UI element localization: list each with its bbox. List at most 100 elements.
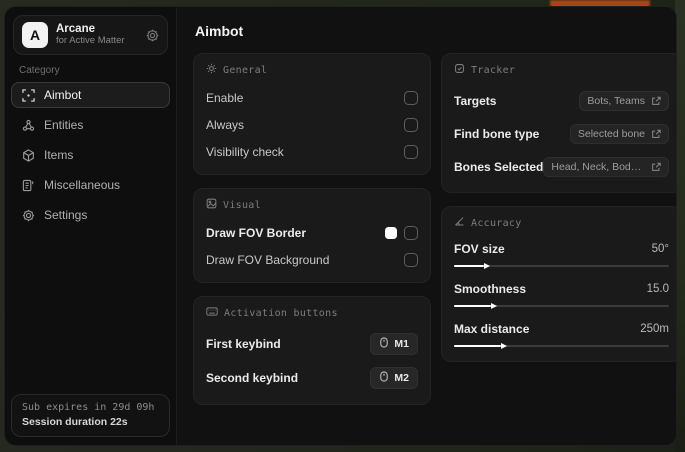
sidebar-item-settings[interactable]: Settings	[11, 202, 170, 228]
setting-row: Enable	[206, 86, 418, 109]
targets-select[interactable]: Bots, Teams	[579, 90, 669, 111]
sidebar-item-miscellaneous[interactable]: Miscellaneous	[11, 172, 170, 198]
general-card-header: General	[206, 63, 418, 77]
setting-row: Targets Bots, Teams	[454, 86, 669, 115]
sidebar-item-aimbot[interactable]: Aimbot	[11, 82, 170, 108]
sidebar-item-label: Aimbot	[44, 88, 82, 102]
bones-selected-select-value: Head, Neck, Body, Pe…	[551, 160, 645, 173]
main-content: Aimbot General Enable Always Visibility …	[177, 7, 676, 445]
sidebar-item-label: Settings	[44, 208, 88, 222]
visual-card: Visual Draw FOV Border Draw FOV Backgrou…	[193, 188, 431, 283]
setting-label: First keybind	[206, 337, 281, 351]
sidebar: A Arcane for Active Matter Category Aimb…	[5, 7, 177, 445]
list-layout-icon	[22, 179, 35, 192]
setting-row: First keybind M1	[206, 329, 418, 359]
setting-row: Draw FOV Background	[206, 248, 418, 271]
accuracy-card: Accuracy FOV size 50° Smoothness 15.0 Ma…	[441, 206, 676, 362]
max-distance-value: 250m	[640, 323, 669, 335]
setting-row: Draw FOV Border	[206, 221, 418, 244]
max-distance-group: Max distance 250m	[454, 319, 669, 350]
expand-icon	[651, 129, 661, 139]
crosshair-scan-icon	[22, 88, 35, 102]
setting-label: Bones Selected	[454, 159, 544, 174]
expand-icon	[651, 162, 662, 172]
settings-gear-icon	[22, 209, 35, 222]
draw-fov-border-color-swatch[interactable]	[385, 226, 397, 239]
tracker-target-icon	[454, 63, 465, 77]
setting-label: Draw FOV Background	[206, 252, 330, 267]
general-card-title: General	[223, 64, 268, 76]
accuracy-card-title: Accuracy	[471, 217, 522, 229]
sidebar-item-entities[interactable]: Entities	[11, 112, 170, 138]
category-label: Category	[19, 65, 60, 76]
activation-card-header: Activation buttons	[206, 306, 418, 320]
max-distance-slider[interactable]	[454, 342, 669, 350]
slider-handle[interactable]	[454, 342, 508, 349]
cube-icon	[22, 148, 35, 162]
fov-border-controls	[385, 225, 418, 240]
setting-label: Always	[206, 117, 245, 132]
bones-selected-select[interactable]: Head, Neck, Body, Pe…	[543, 156, 670, 177]
draw-fov-background-checkbox[interactable]	[404, 252, 418, 267]
visibility-check-checkbox[interactable]	[404, 144, 418, 159]
find-bone-type-select[interactable]: Selected bone	[569, 123, 669, 144]
session-duration-text: Session duration 22s	[22, 416, 128, 428]
settings-columns: General Enable Always Visibility check V…	[193, 53, 676, 405]
angle-icon	[454, 216, 465, 230]
setting-label: Find bone type	[454, 126, 540, 141]
expand-icon	[651, 96, 661, 106]
left-column: General Enable Always Visibility check V…	[193, 53, 431, 405]
setting-label: Second keybind	[206, 371, 299, 385]
draw-fov-border-checkbox[interactable]	[404, 225, 418, 240]
mouse-icon	[379, 337, 389, 351]
page-title: Aimbot	[195, 23, 244, 39]
smoothness-value: 15.0	[646, 283, 669, 295]
setting-row: Visibility check	[206, 140, 418, 163]
keyboard-icon	[206, 306, 218, 320]
always-checkbox[interactable]	[404, 117, 418, 132]
tracker-card-header: Tracker	[454, 63, 669, 77]
subscription-card: Sub expires in 29d 09h Session duration …	[11, 394, 170, 437]
brand-card: A Arcane for Active Matter	[13, 15, 168, 55]
setting-row: Always	[206, 113, 418, 136]
slider-handle[interactable]	[454, 262, 491, 269]
tracker-card: Tracker Targets Bots, Teams Find bone ty…	[441, 53, 676, 193]
smoothness-slider[interactable]	[454, 302, 669, 310]
app-logo: A	[22, 22, 48, 48]
sidebar-nav: Aimbot Entities Items Miscellaneous Sett…	[5, 82, 176, 228]
activation-card: Activation buttons First keybind M1 Seco…	[193, 296, 431, 405]
keybind-value: M2	[394, 372, 409, 384]
gear-icon[interactable]	[146, 29, 159, 42]
setting-row: Bones Selected Head, Neck, Body, Pe…	[454, 152, 670, 181]
setting-row: Find bone type Selected bone	[454, 119, 669, 148]
sidebar-item-label: Entities	[44, 118, 84, 132]
general-card: General Enable Always Visibility check	[193, 53, 431, 175]
targets-select-value: Bots, Teams	[587, 94, 645, 107]
setting-label: FOV size	[454, 242, 505, 256]
second-keybind-button[interactable]: M2	[370, 367, 418, 389]
mouse-icon	[379, 371, 389, 385]
first-keybind-button[interactable]: M1	[370, 333, 418, 355]
slider-handle[interactable]	[454, 302, 497, 309]
entities-network-icon	[22, 119, 35, 132]
right-column: Tracker Targets Bots, Teams Find bone ty…	[441, 53, 676, 362]
smoothness-group: Smoothness 15.0	[454, 279, 669, 310]
brand-subtitle: for Active Matter	[56, 35, 125, 47]
visual-card-header: Visual	[206, 198, 418, 212]
tracker-card-title: Tracker	[471, 64, 516, 76]
keybind-value: M1	[394, 338, 409, 350]
enable-checkbox[interactable]	[404, 90, 418, 105]
setting-label: Max distance	[454, 322, 530, 336]
fov-size-group: FOV size 50°	[454, 239, 669, 270]
sidebar-item-label: Items	[44, 148, 74, 162]
app-window: A Arcane for Active Matter Category Aimb…	[4, 6, 677, 446]
app-logo-letter: A	[29, 27, 41, 43]
setting-row: Second keybind M2	[206, 363, 418, 393]
image-icon	[206, 198, 217, 212]
sidebar-item-label: Miscellaneous	[44, 178, 121, 192]
accuracy-card-header: Accuracy	[454, 216, 669, 230]
visual-card-title: Visual	[223, 199, 261, 211]
fov-size-slider[interactable]	[454, 262, 669, 270]
sidebar-item-items[interactable]: Items	[11, 142, 170, 168]
setting-label: Visibility check	[206, 144, 284, 159]
